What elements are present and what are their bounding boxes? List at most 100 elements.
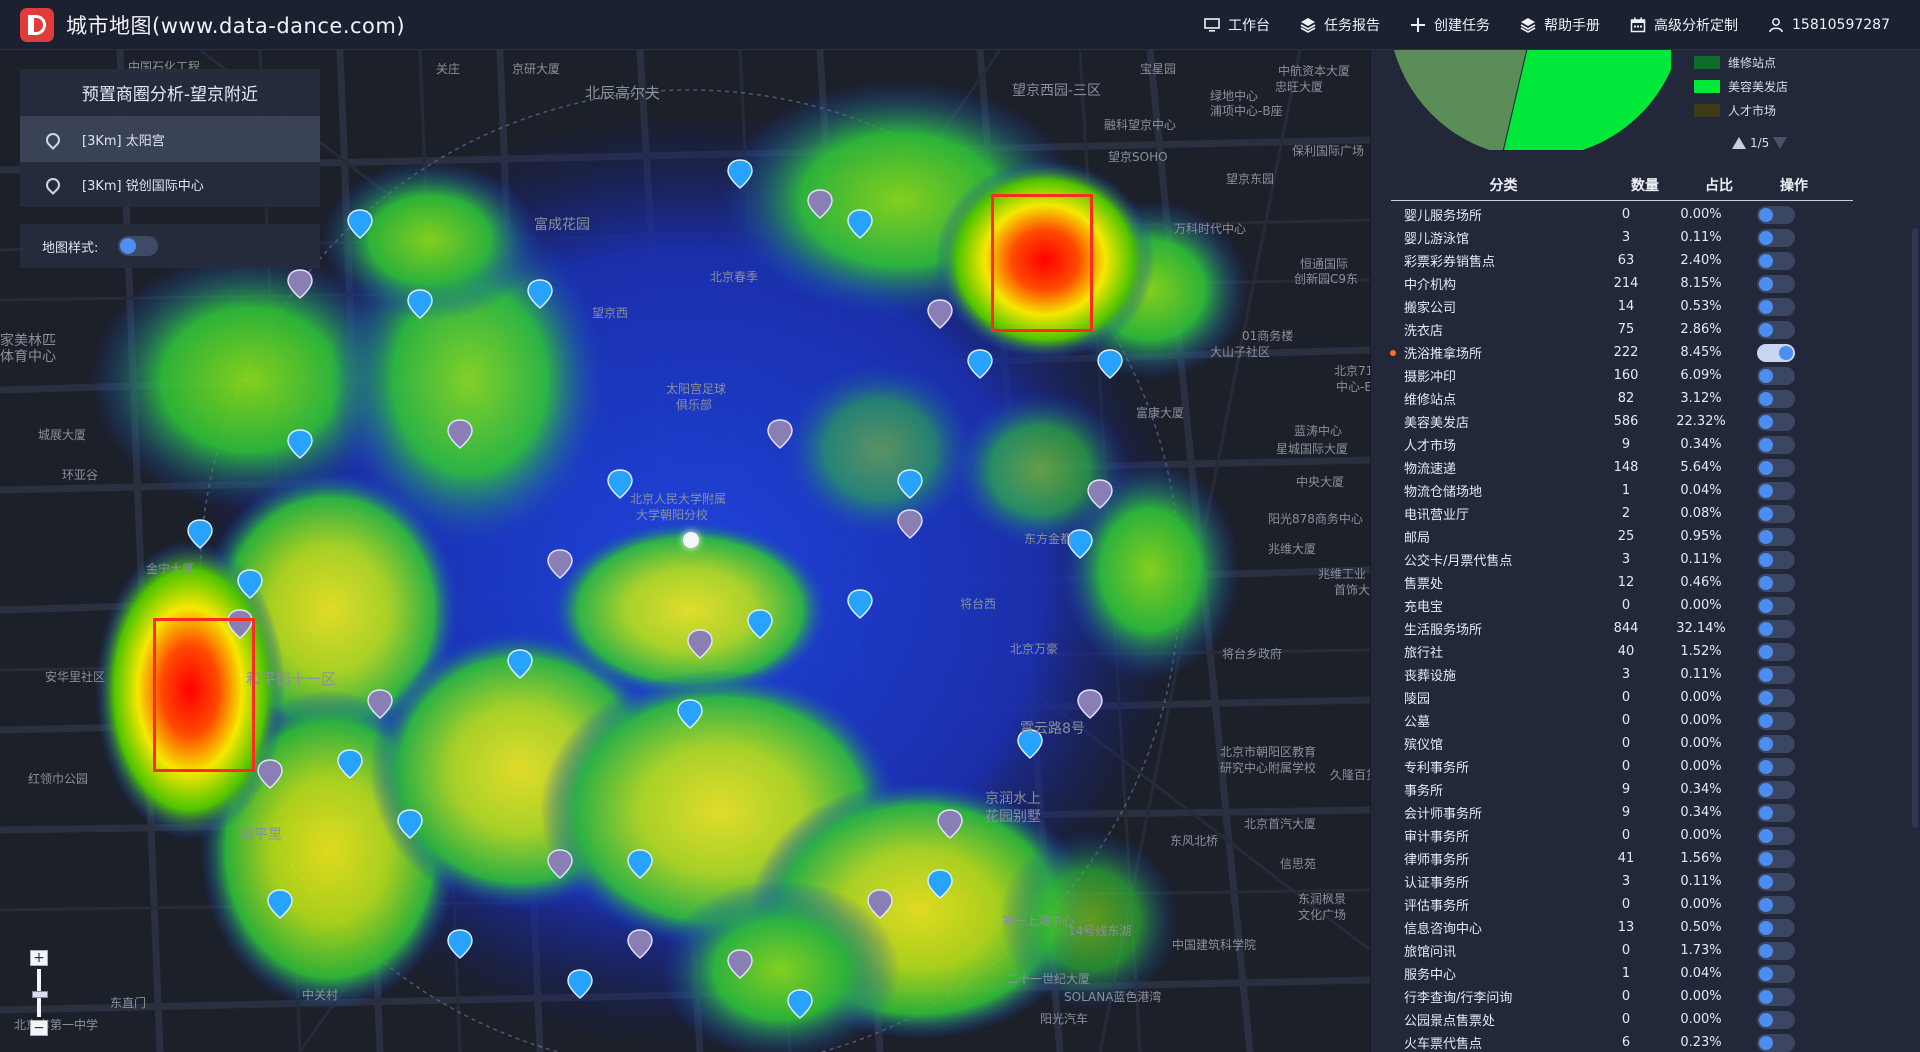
category-visibility-toggle[interactable] [1757,550,1795,569]
category-visibility-toggle[interactable] [1757,228,1795,247]
table-row[interactable]: 评估事务所 0 0.00% [1371,893,1861,916]
category-visibility-toggle[interactable] [1757,964,1795,983]
table-row[interactable]: 物流仓储场地 1 0.04% [1371,479,1861,502]
table-row[interactable]: 行李查询/行李问询 0 0.00% [1371,985,1861,1008]
category-visibility-toggle[interactable] [1757,205,1795,224]
category-visibility-toggle[interactable] [1757,343,1795,362]
category-visibility-toggle[interactable] [1757,527,1795,546]
table-row[interactable]: 中介机构 214 8.15% [1371,272,1861,295]
nav-workbench[interactable]: 工作台 [1204,15,1270,35]
category-visibility-toggle[interactable] [1757,504,1795,523]
table-row[interactable]: 丧葬设施 3 0.11% [1371,663,1861,686]
category-visibility-toggle[interactable] [1757,1010,1795,1029]
nav-create-task[interactable]: 创建任务 [1410,15,1490,35]
category-visibility-toggle[interactable] [1757,918,1795,937]
table-row[interactable]: 人才市场 9 0.34% [1371,433,1861,456]
table-row[interactable]: 婴儿游泳馆 3 0.11% [1371,226,1861,249]
map-label: 蓝涛中心 [1294,424,1343,438]
category-visibility-toggle[interactable] [1757,941,1795,960]
category-visibility-toggle[interactable] [1757,987,1795,1006]
table-row[interactable]: 公园景点售票处 0 0.00% [1371,1008,1861,1031]
legend-item[interactable]: 美容美发店 [1694,74,1788,98]
table-row[interactable]: 洗浴推拿场所 222 8.45% [1371,341,1861,364]
category-visibility-toggle[interactable] [1757,734,1795,753]
legend-item[interactable]: 维修站点 [1694,50,1788,74]
legend-prev-page-icon[interactable] [1732,137,1746,149]
category-visibility-toggle[interactable] [1757,481,1795,500]
pie-slice[interactable] [1502,50,1671,150]
category-visibility-toggle[interactable] [1757,619,1795,638]
table-row[interactable]: 公墓 0 0.00% [1371,709,1861,732]
percent-cell: 0.00% [1680,897,1722,912]
table-row[interactable]: 专利事务所 0 0.00% [1371,755,1861,778]
table-row[interactable]: 物流速递 148 5.64% [1371,456,1861,479]
table-row[interactable]: 服务中心 1 0.04% [1371,962,1861,985]
zoom-out-button[interactable]: − [30,1020,48,1036]
zoom-slider-handle[interactable] [32,991,48,998]
table-row[interactable]: 事务所 9 0.34% [1371,778,1861,801]
table-row[interactable]: 律师事务所 41 1.56% [1371,847,1861,870]
table-row[interactable]: 生活服务场所 844 32.14% [1371,617,1861,640]
table-scrollbar[interactable] [1912,228,1918,828]
preset-area-item-taiyanggong[interactable]: [3Km] 太阳宫 [20,117,320,162]
category-visibility-toggle[interactable] [1757,711,1795,730]
table-row[interactable]: 维修站点 82 3.12% [1371,387,1861,410]
table-row[interactable]: 充电宝 0 0.00% [1371,594,1861,617]
category-visibility-toggle[interactable] [1757,320,1795,339]
category-visibility-toggle[interactable] [1757,573,1795,592]
category-visibility-toggle[interactable] [1757,297,1795,316]
category-visibility-toggle[interactable] [1757,251,1795,270]
table-row[interactable]: 婴儿服务场所 0 0.00% [1371,203,1861,226]
table-row[interactable]: 会计师事务所 9 0.34% [1371,801,1861,824]
nav-user-account[interactable]: 15810597287 [1768,17,1890,33]
table-row[interactable]: 摄影冲印 160 6.09% [1371,364,1861,387]
table-row[interactable]: 公交卡/月票代售点 3 0.11% [1371,548,1861,571]
table-row[interactable]: 旅馆问讯 0 1.73% [1371,939,1861,962]
category-visibility-toggle[interactable] [1757,1033,1795,1052]
category-visibility-toggle[interactable] [1757,757,1795,776]
app-logo[interactable] [20,7,54,42]
map-style-toggle[interactable] [118,236,159,256]
table-row[interactable]: 搬家公司 14 0.53% [1371,295,1861,318]
table-row[interactable]: 售票处 12 0.46% [1371,571,1861,594]
table-row[interactable]: 审计事务所 0 0.00% [1371,824,1861,847]
category-visibility-toggle[interactable] [1757,596,1795,615]
category-visibility-toggle[interactable] [1757,274,1795,293]
table-row[interactable]: 电讯营业厅 2 0.08% [1371,502,1861,525]
table-row[interactable]: 信息咨询中心 13 0.50% [1371,916,1861,939]
category-visibility-toggle[interactable] [1757,826,1795,845]
category-visibility-toggle[interactable] [1757,688,1795,707]
category-visibility-toggle[interactable] [1757,389,1795,408]
zoom-in-button[interactable]: + [30,950,48,966]
category-visibility-toggle[interactable] [1757,366,1795,385]
category-visibility-toggle[interactable] [1757,642,1795,661]
category-visibility-toggle[interactable] [1757,665,1795,684]
operation-cell [1746,688,1806,707]
category-visibility-toggle[interactable] [1757,895,1795,914]
map-center-pin[interactable] [683,532,699,548]
category-visibility-toggle[interactable] [1757,412,1795,431]
count-cell: 41 [1617,851,1635,866]
table-row[interactable]: 火车票代售点 6 0.23% [1371,1031,1861,1052]
legend-item[interactable]: 人才市场 [1694,98,1788,122]
category-visibility-toggle[interactable] [1757,872,1795,891]
table-row[interactable]: 陵园 0 0.00% [1371,686,1861,709]
nav-advanced-analysis[interactable]: 高级分析定制 [1630,15,1738,35]
table-row[interactable]: 洗衣店 75 2.86% [1371,318,1861,341]
category-visibility-toggle[interactable] [1757,849,1795,868]
nav-help-manual[interactable]: 帮助手册 [1520,15,1600,35]
table-row[interactable]: 认证事务所 3 0.11% [1371,870,1861,893]
category-visibility-toggle[interactable] [1757,780,1795,799]
table-row[interactable]: 殡仪馆 0 0.00% [1371,732,1861,755]
legend-next-page-icon[interactable] [1773,137,1788,149]
preset-area-item-ruichuang[interactable]: [3Km] 锐创国际中心 [20,162,320,207]
table-row[interactable]: 彩票彩券销售点 63 2.40% [1371,249,1861,272]
table-row[interactable]: 美容美发店 586 22.32% [1371,410,1861,433]
zoom-slider[interactable] [32,969,48,1017]
nav-task-report[interactable]: 任务报告 [1300,15,1380,35]
category-visibility-toggle[interactable] [1757,803,1795,822]
table-row[interactable]: 邮局 25 0.95% [1371,525,1861,548]
category-visibility-toggle[interactable] [1757,458,1795,477]
table-row[interactable]: 旅行社 40 1.52% [1371,640,1861,663]
category-visibility-toggle[interactable] [1757,435,1795,454]
